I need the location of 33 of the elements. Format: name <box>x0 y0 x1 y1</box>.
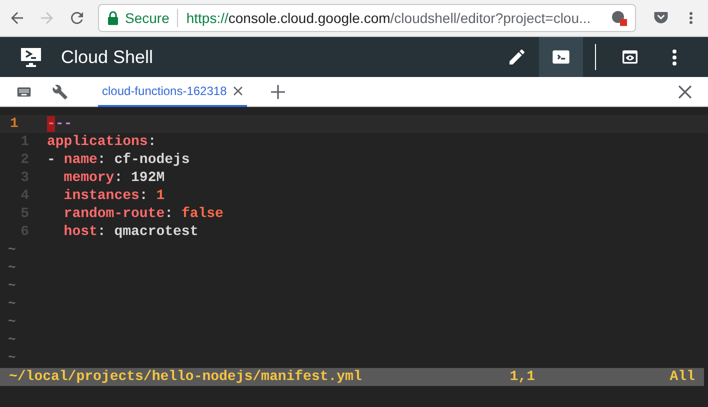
code-line: - name: cf-nodejs <box>47 151 190 169</box>
code-line: --- <box>47 115 72 133</box>
empty-line-marker: ~ <box>8 349 16 367</box>
code-line: instances: 1 <box>62 187 165 205</box>
empty-line-marker: ~ <box>8 241 16 259</box>
app-title: Cloud Shell <box>61 46 154 68</box>
pencil-icon <box>507 47 527 67</box>
line-number: 1 <box>9 115 20 133</box>
file-path: ~/local/projects/hello-nodejs/manifest.yml <box>9 368 363 386</box>
scroll-indicator: All <box>670 368 695 386</box>
shell-logo-icon <box>20 47 42 67</box>
code-line: memory: 192M <box>62 169 165 187</box>
empty-line-marker: ~ <box>8 259 16 277</box>
close-icon[interactable] <box>678 84 692 98</box>
blocked-cookie-icon[interactable] <box>611 10 627 26</box>
url-text: https://console.cloud.google.com/cloudshell/editor?project=clou... <box>186 8 592 28</box>
more-icon <box>672 48 676 66</box>
lock-icon <box>107 11 119 25</box>
empty-line-marker: ~ <box>8 295 16 313</box>
empty-line-marker: ~ <box>8 313 16 331</box>
code-line: random-route: false <box>62 205 224 223</box>
empty-line-marker: ~ <box>8 331 16 349</box>
cursor-position: 1,1 <box>510 368 536 386</box>
empty-line-marker: ~ <box>8 277 16 295</box>
terminal-button[interactable] <box>539 37 583 77</box>
close-tab-icon[interactable] <box>232 86 243 96</box>
code-line: applications: <box>47 133 156 151</box>
secure-label: Secure <box>125 8 170 28</box>
wrench-icon[interactable] <box>52 84 68 100</box>
add-tab-icon[interactable] <box>270 84 285 98</box>
reload-icon[interactable] <box>68 9 86 27</box>
address-bar[interactable]: Secure https://console.cloud.google.com/cloudshell/editor?project=clou... <box>98 4 636 32</box>
code-line: host: qmacrotest <box>62 223 198 241</box>
